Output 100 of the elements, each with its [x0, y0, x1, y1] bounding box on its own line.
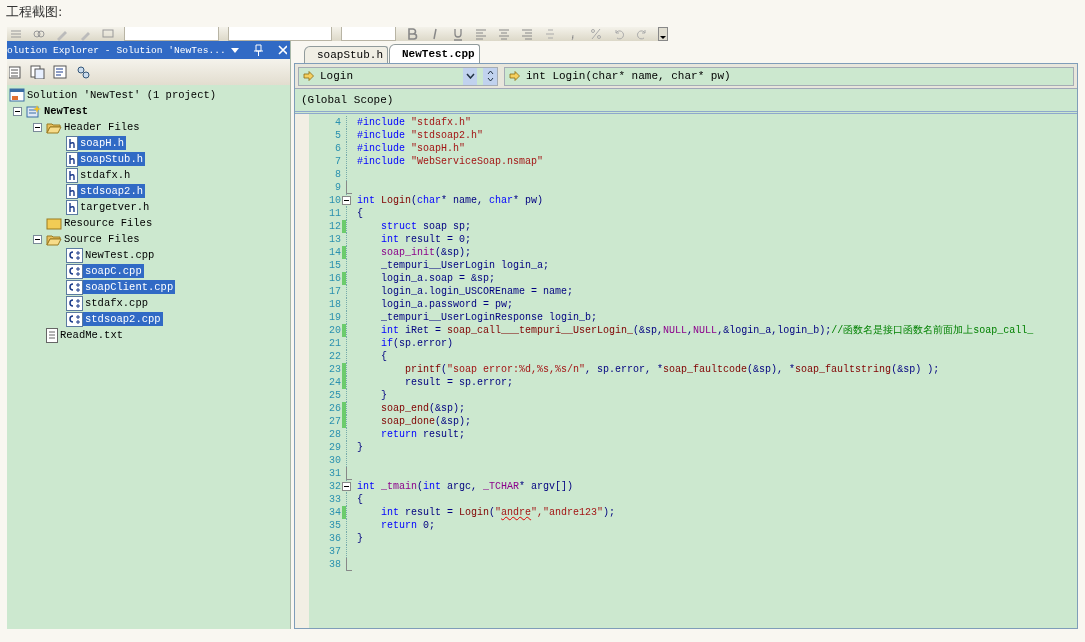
- list-icon[interactable]: [9, 27, 23, 41]
- align-left-icon[interactable]: [474, 27, 488, 41]
- tree-item[interactable]: Resource Files: [62, 216, 155, 230]
- tree-item[interactable]: ReadMe.txt: [58, 328, 125, 342]
- redo-icon[interactable]: [635, 27, 649, 41]
- document-icon[interactable]: [53, 65, 67, 79]
- line-number: 35: [328, 519, 341, 532]
- dropdown-field[interactable]: [227, 27, 333, 41]
- up-down-icon: [486, 70, 494, 82]
- cpp-file-icon: [66, 263, 83, 279]
- header-file-icon: [66, 199, 78, 215]
- cpp-file-icon: [66, 295, 83, 311]
- line-number: 20: [328, 324, 341, 337]
- line-number: 6: [334, 142, 341, 155]
- line-number: 34: [328, 506, 341, 519]
- tree-item[interactable]: Source Files: [62, 232, 142, 246]
- line-number: 25: [328, 389, 341, 402]
- code-line: return 0;: [380, 519, 436, 532]
- line-number: 11: [328, 207, 341, 220]
- line-number: 16: [328, 272, 341, 285]
- collapse-icon[interactable]: [342, 196, 351, 205]
- code-line: #include "WebServiceSoap.nsmap": [357, 155, 544, 168]
- signature-dropdown[interactable]: int Login(char* name, char* pw): [504, 66, 1074, 86]
- tree-item[interactable]: NewTest: [42, 104, 91, 118]
- code-line: login_a.password = pw;: [380, 298, 514, 311]
- arrow-icon: [509, 71, 520, 81]
- properties-icon[interactable]: [9, 65, 21, 79]
- align-center-icon[interactable]: [497, 27, 511, 41]
- collapse-icon[interactable]: [342, 482, 351, 491]
- bold-icon[interactable]: [405, 27, 419, 41]
- cpp-file-icon: [66, 247, 83, 263]
- code-line: printf("soap error:%d,%s,%s/n", sp.error, *soap_faultcode(&sp), *soap_faultstring(&sp) );: [404, 363, 940, 376]
- code-line: _tempuri__UserLoginResponse login_b;: [380, 311, 598, 324]
- line-number: 24: [328, 376, 341, 389]
- dropdown-field[interactable]: [341, 27, 396, 41]
- code-line: int _tmain(int argc, _TCHAR* argv[]): [357, 480, 574, 493]
- pin-icon[interactable]: [254, 44, 263, 56]
- folder-icon: [46, 216, 62, 230]
- line-number: 21: [328, 337, 341, 350]
- dropdown-icon[interactable]: [658, 27, 668, 41]
- line-number: 8: [334, 168, 341, 181]
- code-line: soap_end(&sp);: [380, 402, 466, 415]
- code-line: {: [357, 493, 363, 506]
- line-number: 9: [334, 181, 341, 194]
- line-number: 28: [328, 428, 341, 441]
- collapse-toggle[interactable]: [33, 122, 42, 132]
- text-file-icon: [46, 327, 58, 343]
- code-line: soap_done(&sp);: [380, 415, 472, 428]
- code-line: login_a.login_USCOREname = name;: [380, 285, 574, 298]
- tree-item[interactable]: soapC.cpp: [83, 264, 144, 278]
- tree-item[interactable]: stdafx.h: [78, 168, 133, 182]
- line-number: 15: [328, 259, 341, 272]
- header-file-icon: [66, 135, 78, 151]
- file-tab[interactable]: NewTest.cpp: [389, 44, 480, 63]
- header-file-icon: [66, 151, 78, 167]
- code-line: }: [380, 389, 387, 402]
- tree-item[interactable]: Solution 'NewTest' (1 project): [25, 88, 219, 102]
- code-line: login_a.soap = &sp;: [380, 272, 496, 285]
- member-dropdown[interactable]: Login: [298, 66, 498, 86]
- line-number: 33: [328, 493, 341, 506]
- close-icon[interactable]: [277, 45, 287, 55]
- tree-item[interactable]: soapStub.h: [78, 152, 145, 166]
- code-line: struct soap sp;: [380, 220, 472, 233]
- tree-item[interactable]: stdsoap2.cpp: [83, 312, 163, 326]
- line-number: 38: [328, 558, 341, 571]
- line-number: 29: [328, 441, 341, 454]
- tree-item[interactable]: stdafx.cpp: [83, 296, 150, 310]
- underline-icon[interactable]: [451, 27, 465, 41]
- line-number: 31: [328, 467, 341, 480]
- code-line: _tempuri__UserLogin login_a;: [380, 259, 550, 272]
- code-line: int iRet = soap_call___tempuri__UserLogin_(&sp,NULL,NULL,&login_a,login_b);//函数名是接口函数名前面加上soap_call_: [380, 324, 1034, 337]
- documents-icon[interactable]: [29, 65, 45, 79]
- code-line: if(sp.error): [380, 337, 454, 350]
- class-view-icon[interactable]: [75, 65, 91, 79]
- line-number: 4: [334, 116, 341, 129]
- file-tab[interactable]: soapStub.h: [304, 46, 388, 63]
- cpp-file-icon: [66, 279, 83, 295]
- align-right-icon[interactable]: [520, 27, 534, 41]
- tree-item[interactable]: soapH.h: [78, 136, 127, 150]
- collapse-toggle[interactable]: [33, 234, 42, 244]
- project-icon: [26, 104, 42, 118]
- line-number: 17: [328, 285, 341, 298]
- link-icon[interactable]: [32, 27, 46, 41]
- caption: 工程截图:: [5, 3, 64, 21]
- tree-item[interactable]: soapClient.cpp: [83, 280, 176, 294]
- percent-icon[interactable]: [589, 27, 603, 41]
- dropdown-field[interactable]: [124, 27, 219, 41]
- tree-item[interactable]: stdsoap2.h: [78, 184, 145, 198]
- tree-item[interactable]: Header Files: [62, 120, 142, 134]
- tree-item[interactable]: targetver.h: [78, 200, 152, 214]
- open-folder-icon: [46, 232, 62, 246]
- code-line: return result;: [380, 428, 466, 441]
- undo-icon[interactable]: [612, 27, 626, 41]
- line-number: 22: [328, 350, 341, 363]
- header-file-icon: [66, 183, 78, 199]
- code-line: soap_init(&sp);: [380, 246, 472, 259]
- line-number: 23: [328, 363, 341, 376]
- tree-item[interactable]: NewTest.cpp: [83, 248, 157, 262]
- collapse-toggle[interactable]: [13, 106, 22, 116]
- code-line: int result = 0;: [380, 233, 472, 246]
